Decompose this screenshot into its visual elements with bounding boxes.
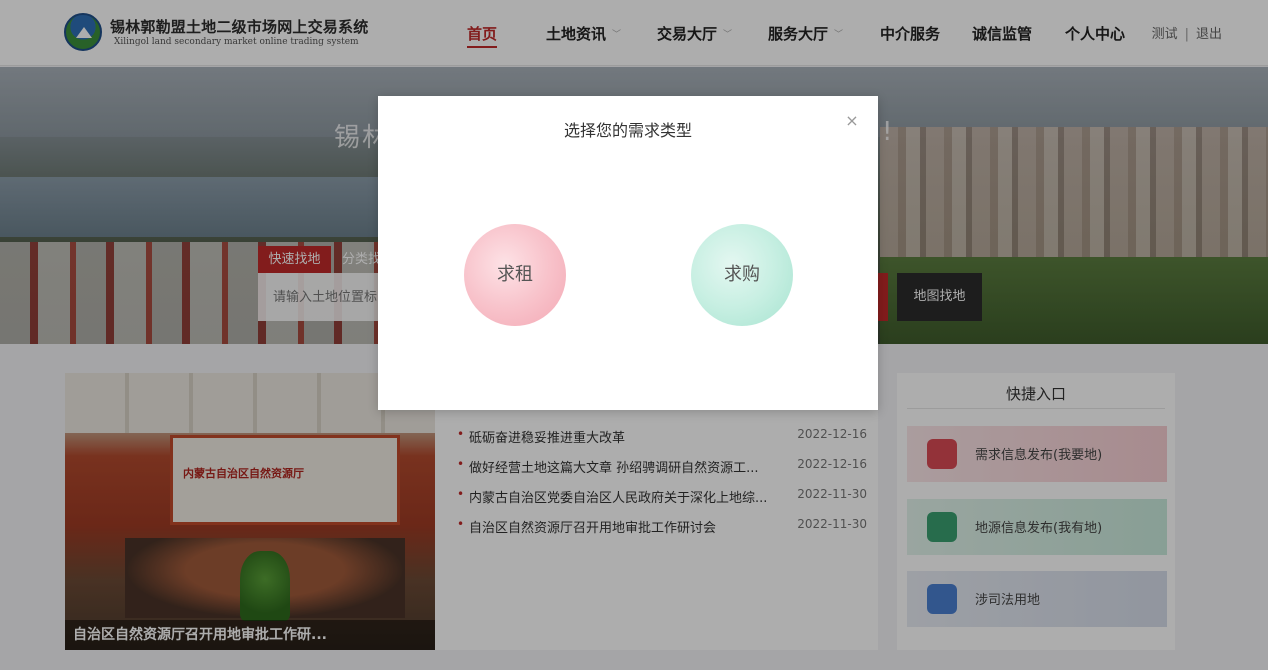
buy-option-button[interactable]: 求购 xyxy=(691,224,793,326)
demand-type-modal: 选择您的需求类型 × 求租 求购 xyxy=(378,96,878,410)
close-icon[interactable]: × xyxy=(844,113,860,129)
rent-option-button[interactable]: 求租 xyxy=(464,224,566,326)
modal-title: 选择您的需求类型 xyxy=(563,121,692,140)
